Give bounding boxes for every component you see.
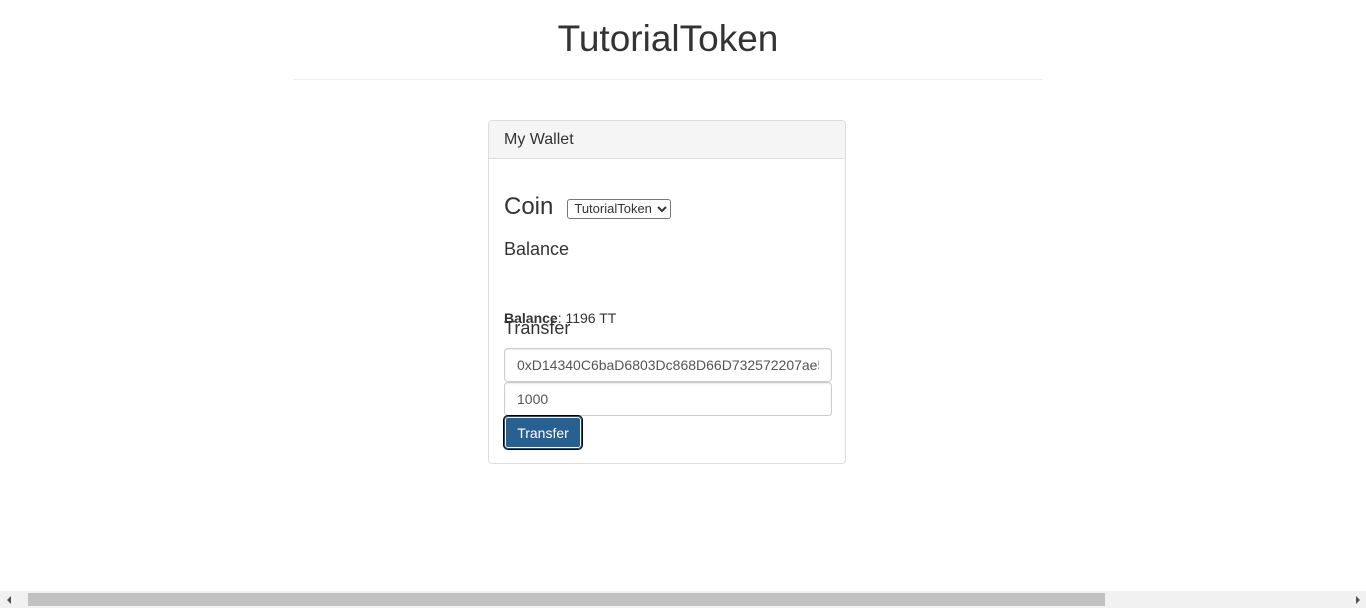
transfer-button[interactable]: Transfer bbox=[503, 415, 583, 450]
scroll-left-arrow-icon[interactable] bbox=[0, 591, 17, 608]
wallet-panel: My Wallet Coin TutorialToken Balance Bal… bbox=[488, 120, 846, 464]
balance-heading: Balance bbox=[504, 239, 570, 259]
coin-select[interactable]: TutorialToken bbox=[567, 198, 672, 219]
transfer-amount-input[interactable] bbox=[504, 382, 832, 416]
horizontal-scrollbar[interactable] bbox=[0, 591, 1366, 608]
page-title: TutorialToken bbox=[557, 18, 779, 59]
title-divider bbox=[293, 79, 1043, 80]
scroll-right-arrow-icon[interactable] bbox=[1349, 591, 1366, 608]
coin-label: Coin bbox=[504, 193, 554, 220]
transfer-heading: Transfer bbox=[504, 318, 571, 338]
coin-row: Coin TutorialToken bbox=[504, 192, 672, 222]
wallet-panel-heading: My Wallet bbox=[489, 121, 845, 159]
scrollbar-thumb[interactable] bbox=[28, 593, 1105, 606]
recipient-address-input[interactable] bbox=[504, 348, 832, 382]
page: TutorialToken My Wallet Coin TutorialTok… bbox=[0, 0, 1366, 608]
